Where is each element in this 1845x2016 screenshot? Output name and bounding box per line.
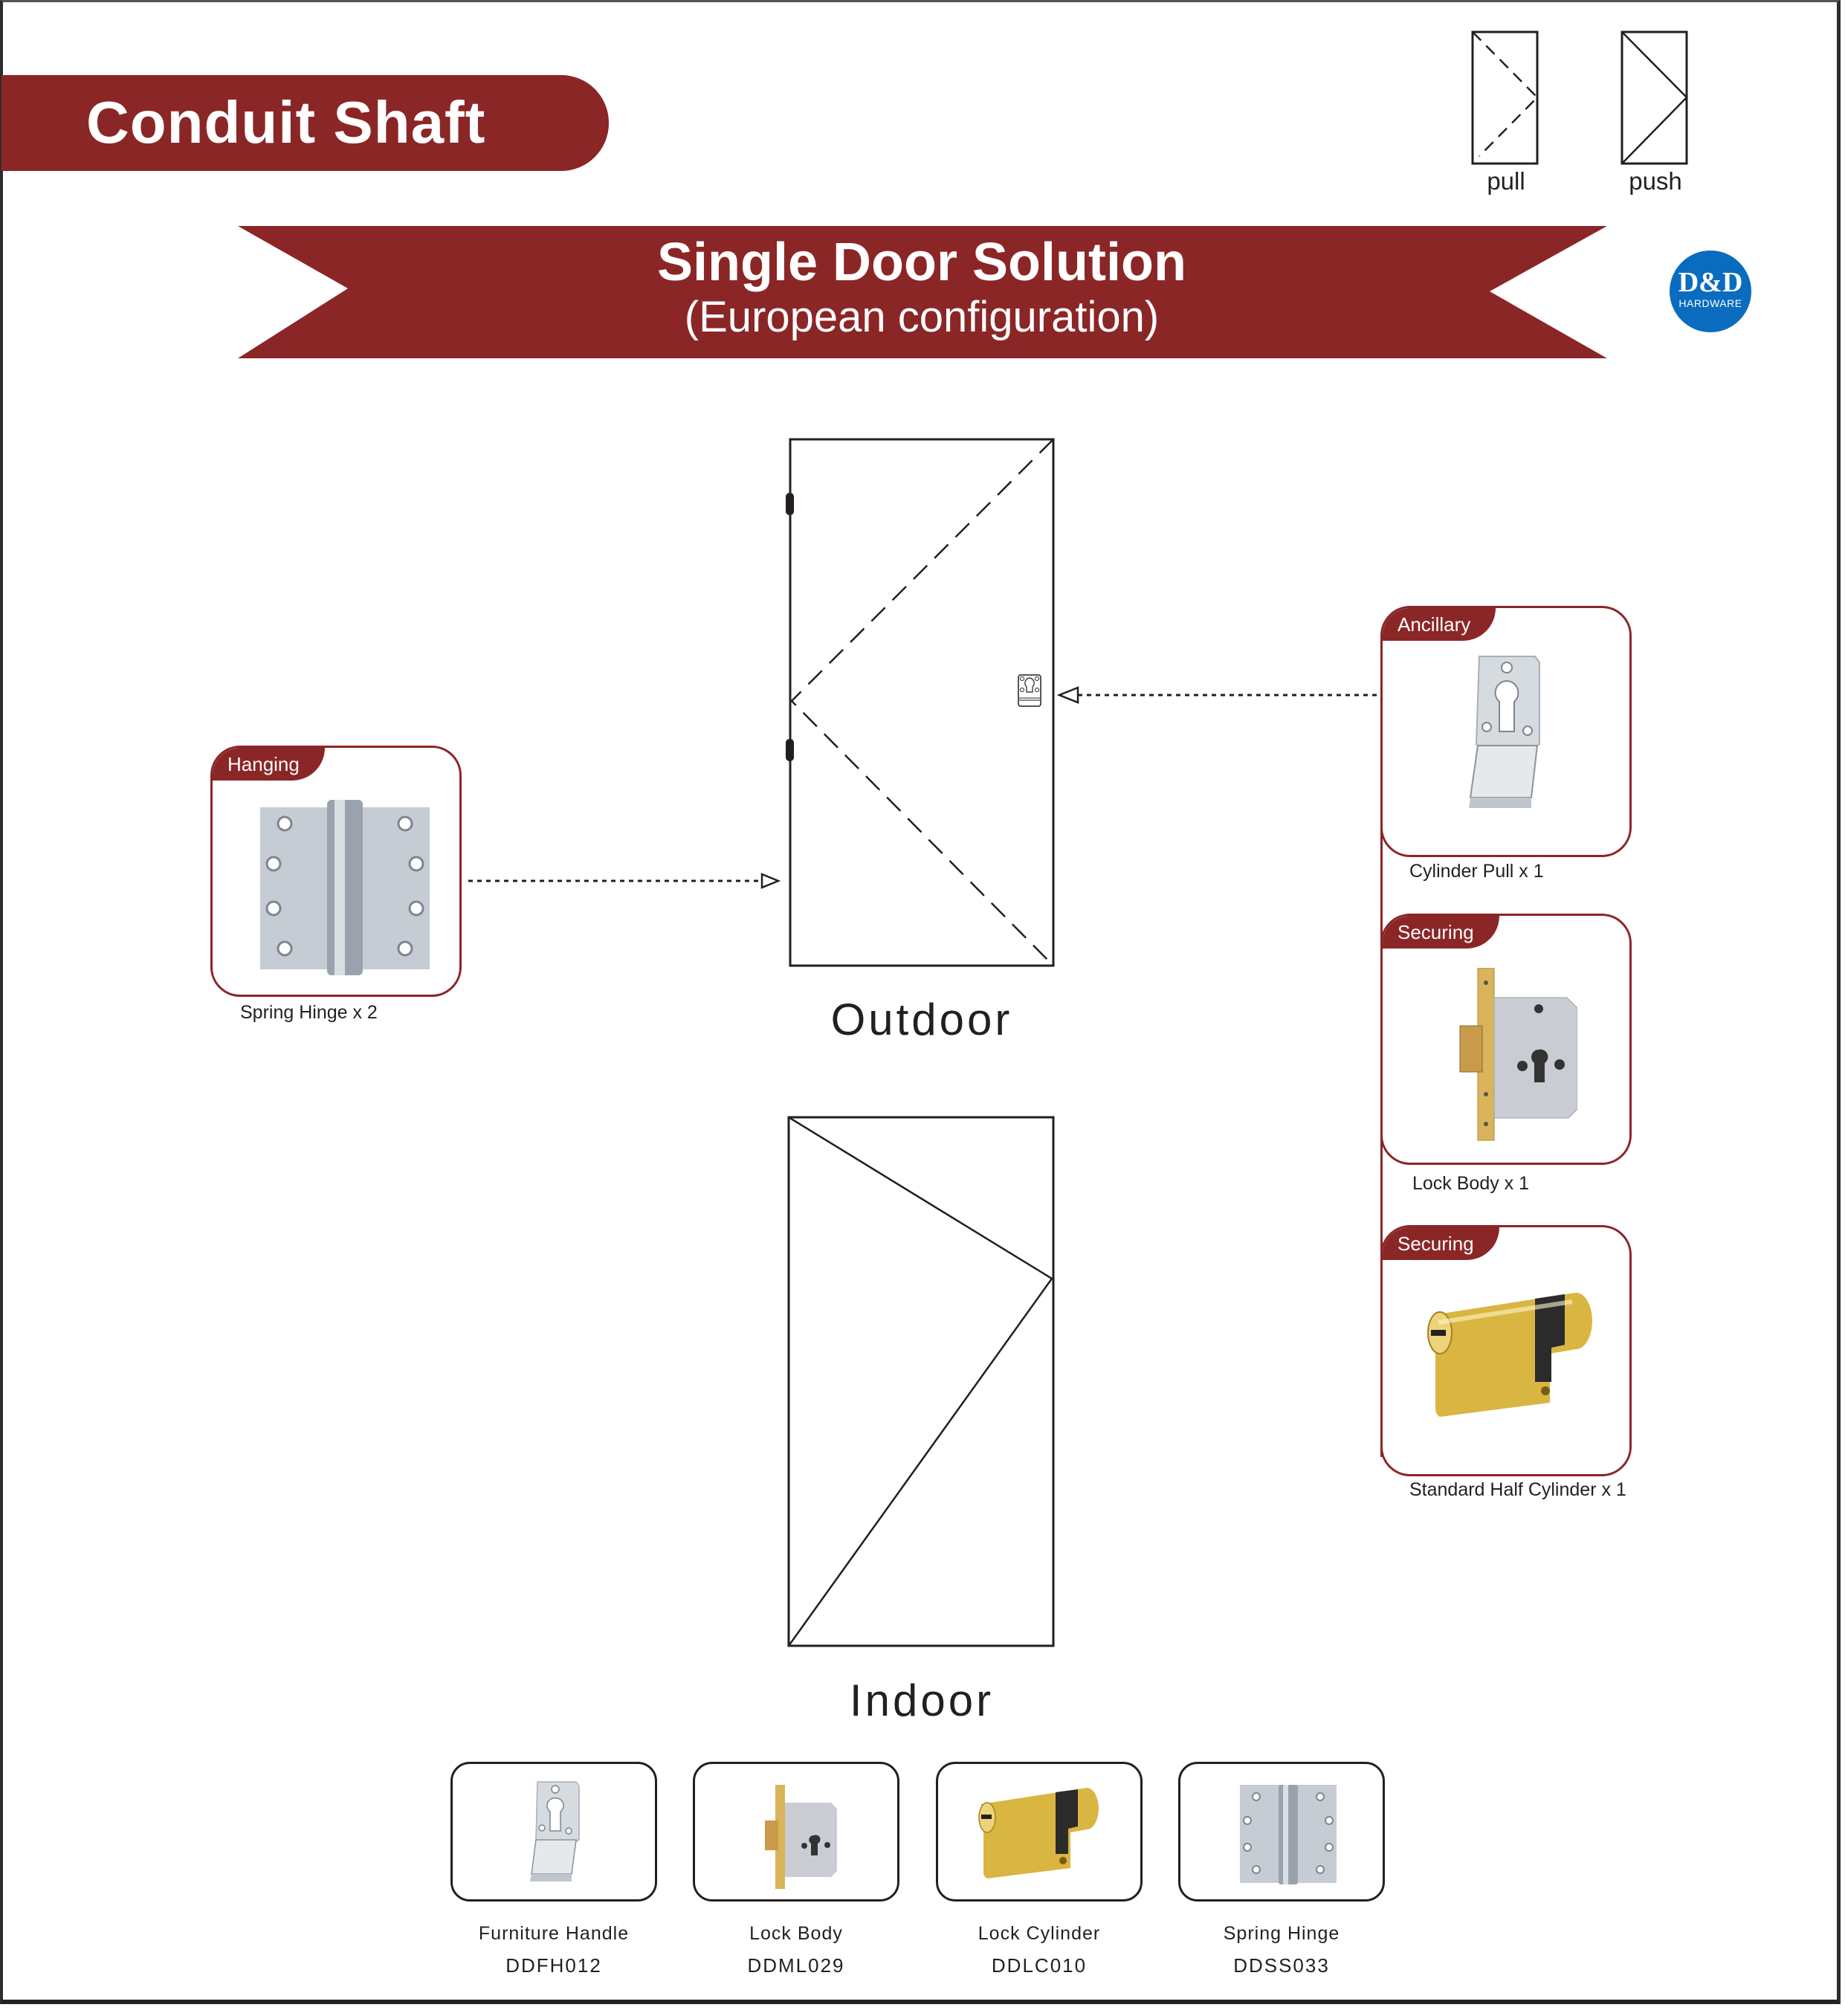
product-code: DDFH012 bbox=[505, 1954, 602, 1977]
logo-mark: D&D bbox=[1678, 267, 1743, 298]
product-name: Lock Body bbox=[749, 1923, 843, 1944]
half-cylinder-image-icon bbox=[1427, 1293, 1592, 1417]
product-name: Lock Cylinder bbox=[978, 1923, 1101, 1944]
category-tag: Securing bbox=[1383, 916, 1499, 949]
banner-title: Single Door Solution bbox=[657, 233, 1186, 292]
half-cylinder-caption: Standard Half Cylinder x 1 bbox=[1409, 1479, 1626, 1500]
ancillary-caption: Cylinder Pull x 1 bbox=[1409, 861, 1544, 882]
ancillary-card[interactable]: Ancillary bbox=[1380, 606, 1632, 857]
banner-subtitle: (European configuration) bbox=[684, 293, 1160, 341]
spring-hinge-thumb-icon bbox=[1240, 1785, 1337, 1884]
hinge-mark-top bbox=[786, 493, 794, 515]
category-tag: Ancillary bbox=[1383, 608, 1496, 641]
spring-hinge-image-icon bbox=[260, 800, 430, 975]
product-card-lock-body[interactable] bbox=[693, 1762, 899, 1902]
cylinder-pull-image-icon bbox=[1469, 656, 1540, 808]
product-name: Furniture Handle bbox=[478, 1923, 630, 1944]
outdoor-door-diagram bbox=[786, 438, 1055, 967]
pull-legend-icon bbox=[1471, 30, 1539, 165]
hanging-caption: Spring Hinge x 2 bbox=[240, 1002, 378, 1023]
furniture-handle-image-icon bbox=[530, 1781, 580, 1881]
product-code: DDSS033 bbox=[1233, 1954, 1330, 1977]
hanging-card[interactable]: Hanging bbox=[210, 746, 462, 997]
cylinder-pull-symbol-icon bbox=[1018, 674, 1041, 707]
lock-body-card[interactable]: Securing bbox=[1380, 914, 1632, 1165]
product-card-spring-hinge[interactable] bbox=[1178, 1762, 1385, 1902]
half-cylinder-card[interactable]: Securing bbox=[1380, 1225, 1632, 1476]
legend-label-push: push bbox=[1629, 167, 1682, 195]
hinge-connector-arrow bbox=[468, 873, 781, 889]
logo-subtitle: HARDWARE bbox=[1678, 297, 1742, 309]
indoor-label: Indoor bbox=[849, 1676, 995, 1725]
product-code: DDLC010 bbox=[991, 1954, 1088, 1977]
page-title: Conduit Shaft bbox=[86, 89, 486, 155]
lock-body-thumb-icon bbox=[765, 1785, 837, 1889]
push-legend-icon bbox=[1621, 30, 1688, 165]
title-pill: Conduit Shaft bbox=[1, 75, 609, 171]
lock-body-image-icon bbox=[1459, 968, 1577, 1141]
product-code: DDML029 bbox=[747, 1954, 845, 1977]
product-name: Spring Hinge bbox=[1223, 1923, 1340, 1944]
product-card-lock-cylinder[interactable] bbox=[936, 1762, 1143, 1902]
category-tag: Hanging bbox=[213, 748, 325, 781]
product-card-furniture-handle[interactable] bbox=[450, 1762, 657, 1902]
lock-body-caption: Lock Body x 1 bbox=[1412, 1173, 1530, 1194]
pull-connector-arrow bbox=[1056, 686, 1383, 704]
legend-label-pull: pull bbox=[1487, 167, 1525, 195]
hinge-mark-bottom bbox=[786, 739, 794, 761]
category-tag: Securing bbox=[1383, 1227, 1499, 1260]
outdoor-label: Outdoor bbox=[830, 995, 1013, 1044]
lock-cylinder-thumb-icon bbox=[978, 1788, 1099, 1878]
brand-logo: D&D HARDWARE bbox=[1670, 251, 1751, 332]
indoor-door-diagram bbox=[787, 1116, 1055, 1647]
